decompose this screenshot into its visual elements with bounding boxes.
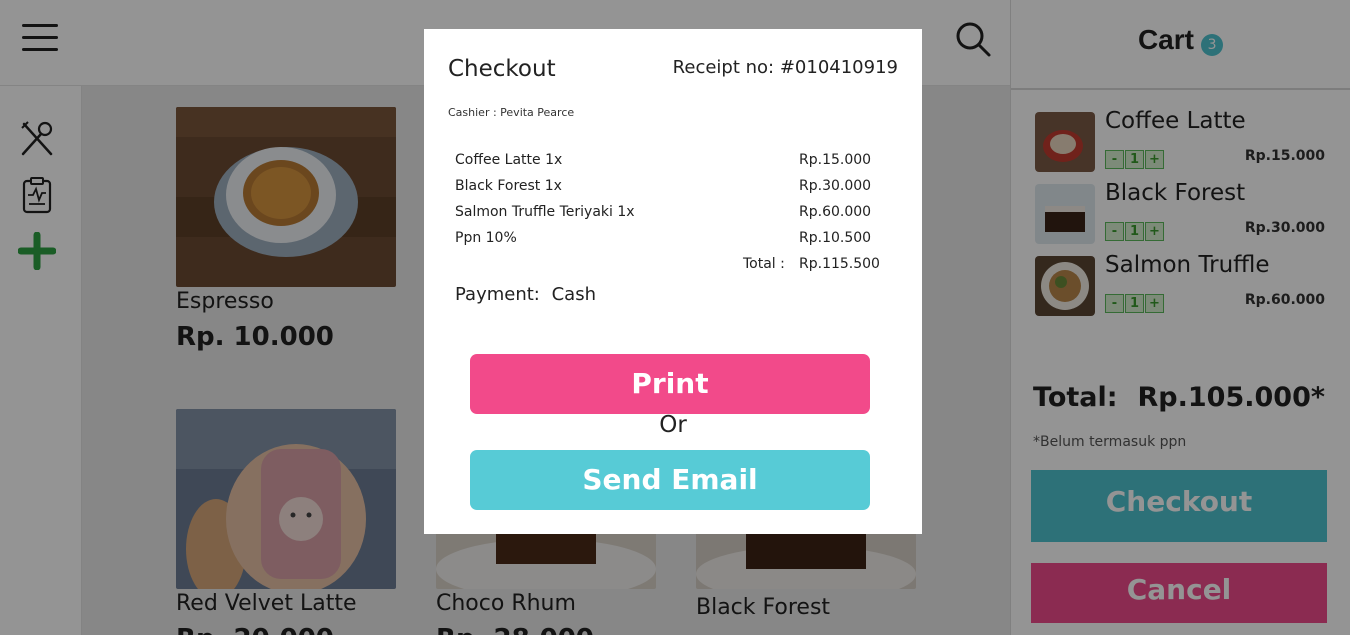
line-value: Rp.30.000 xyxy=(799,178,872,194)
payment-label: Payment: xyxy=(455,284,540,305)
receipt-total-line: Total : Rp.115.500 xyxy=(455,256,880,282)
cashier-name: Cashier : Pevita Pearce xyxy=(448,106,575,119)
line-value: Rp.10.500 xyxy=(799,230,872,246)
receipt-line: Coffee Latte 1x Rp.15.000 xyxy=(455,152,872,178)
receipt-line: Salmon Truffle Teriyaki 1x Rp.60.000 xyxy=(455,204,872,230)
line-value: Rp.15.000 xyxy=(799,152,872,168)
receipt-line: Black Forest 1x Rp.30.000 xyxy=(455,178,872,204)
receipt-total-value: Rp.115.500 xyxy=(799,256,880,272)
or-separator: Or xyxy=(659,412,687,438)
line-label: Coffee Latte 1x xyxy=(455,152,563,168)
dialog-title: Checkout xyxy=(448,56,556,82)
payment-method: Payment: Cash xyxy=(455,284,602,305)
receipt-number: Receipt no: #010410919 xyxy=(673,57,898,78)
line-label: Salmon Truffle Teriyaki 1x xyxy=(455,204,635,220)
receipt-total-label: Total : xyxy=(743,256,785,272)
receipt-value: #010410919 xyxy=(779,57,898,78)
receipt-lines: Coffee Latte 1x Rp.15.000 Black Forest 1… xyxy=(455,152,880,282)
checkout-dialog: Checkout Receipt no: #010410919 Cashier … xyxy=(424,29,922,534)
payment-value: Cash xyxy=(551,284,596,305)
print-button[interactable]: Print xyxy=(470,354,870,414)
receipt-label: Receipt no: xyxy=(672,57,775,78)
send-email-button[interactable]: Send Email xyxy=(470,450,870,510)
line-value: Rp.60.000 xyxy=(799,204,872,220)
line-label: Black Forest 1x xyxy=(455,178,562,194)
line-label: Ppn 10% xyxy=(455,230,517,246)
receipt-line: Ppn 10% Rp.10.500 xyxy=(455,230,872,256)
